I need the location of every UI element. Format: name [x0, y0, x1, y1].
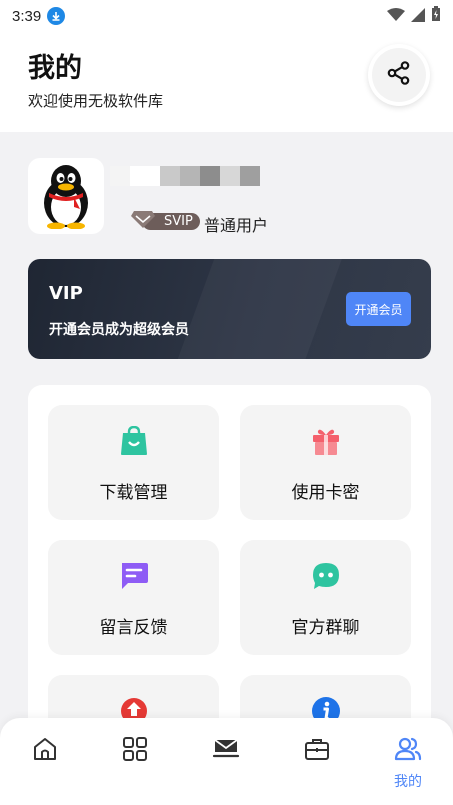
bottom-nav: 我的 [0, 718, 453, 805]
wifi-icon [387, 7, 405, 26]
nav-item-home[interactable] [0, 718, 90, 805]
menu-item-use-card-key[interactable]: 使用卡密 [240, 405, 411, 520]
share-icon [386, 60, 412, 90]
nav-item-toolbox[interactable] [272, 718, 362, 805]
mail-icon [212, 735, 240, 763]
chat-bubble-icon [311, 561, 341, 591]
user-level: 普通用户 [204, 216, 269, 235]
signal-icon [411, 7, 425, 26]
username-blurred [110, 166, 260, 188]
open-vip-button[interactable]: 开通会员 [346, 292, 411, 326]
users-icon [394, 735, 422, 763]
apps-icon [121, 735, 149, 763]
shopping-bag-icon [119, 426, 149, 456]
message-icon [119, 561, 149, 591]
menu-item-label: 官方群聊 [291, 618, 360, 638]
page-header: 我的 欢迎使用无极软件库 [0, 32, 453, 132]
vip-description: 开通会员成为超级会员 [49, 322, 189, 338]
nav-label-mine: 我的 [394, 774, 422, 790]
svip-badge: SVIP [130, 211, 200, 231]
page-title: 我的 [28, 53, 82, 84]
gift-icon [311, 426, 341, 456]
vip-card[interactable]: VIP 开通会员成为超级会员 开通会员 [28, 259, 431, 359]
menu-item-label: 使用卡密 [291, 483, 360, 503]
menu-item-label: 下载管理 [99, 483, 168, 503]
briefcase-icon [303, 735, 331, 763]
menu-item-label: 留言反馈 [99, 618, 168, 638]
battery-icon [431, 6, 441, 26]
menu-item-official-group[interactable]: 官方群聊 [240, 540, 411, 655]
menu-item-download-manager[interactable]: 下载管理 [48, 405, 219, 520]
menu-item-feedback[interactable]: 留言反馈 [48, 540, 219, 655]
vip-title: VIP [49, 283, 83, 304]
diamond-icon [130, 209, 156, 233]
vip-card-decoration [172, 259, 344, 359]
page-subtitle: 欢迎使用无极软件库 [28, 92, 164, 110]
qq-penguin-avatar-icon [44, 165, 88, 229]
nav-item-messages[interactable] [181, 718, 271, 805]
status-bar: 3:39 [0, 0, 453, 32]
download-notification-icon [47, 7, 66, 25]
share-button[interactable] [368, 44, 430, 106]
nav-item-mine[interactable]: 我的 [363, 718, 453, 805]
status-time: 3:39 [12, 7, 42, 25]
avatar[interactable] [28, 158, 104, 234]
nav-item-apps[interactable] [90, 718, 180, 805]
home-icon [31, 735, 59, 763]
